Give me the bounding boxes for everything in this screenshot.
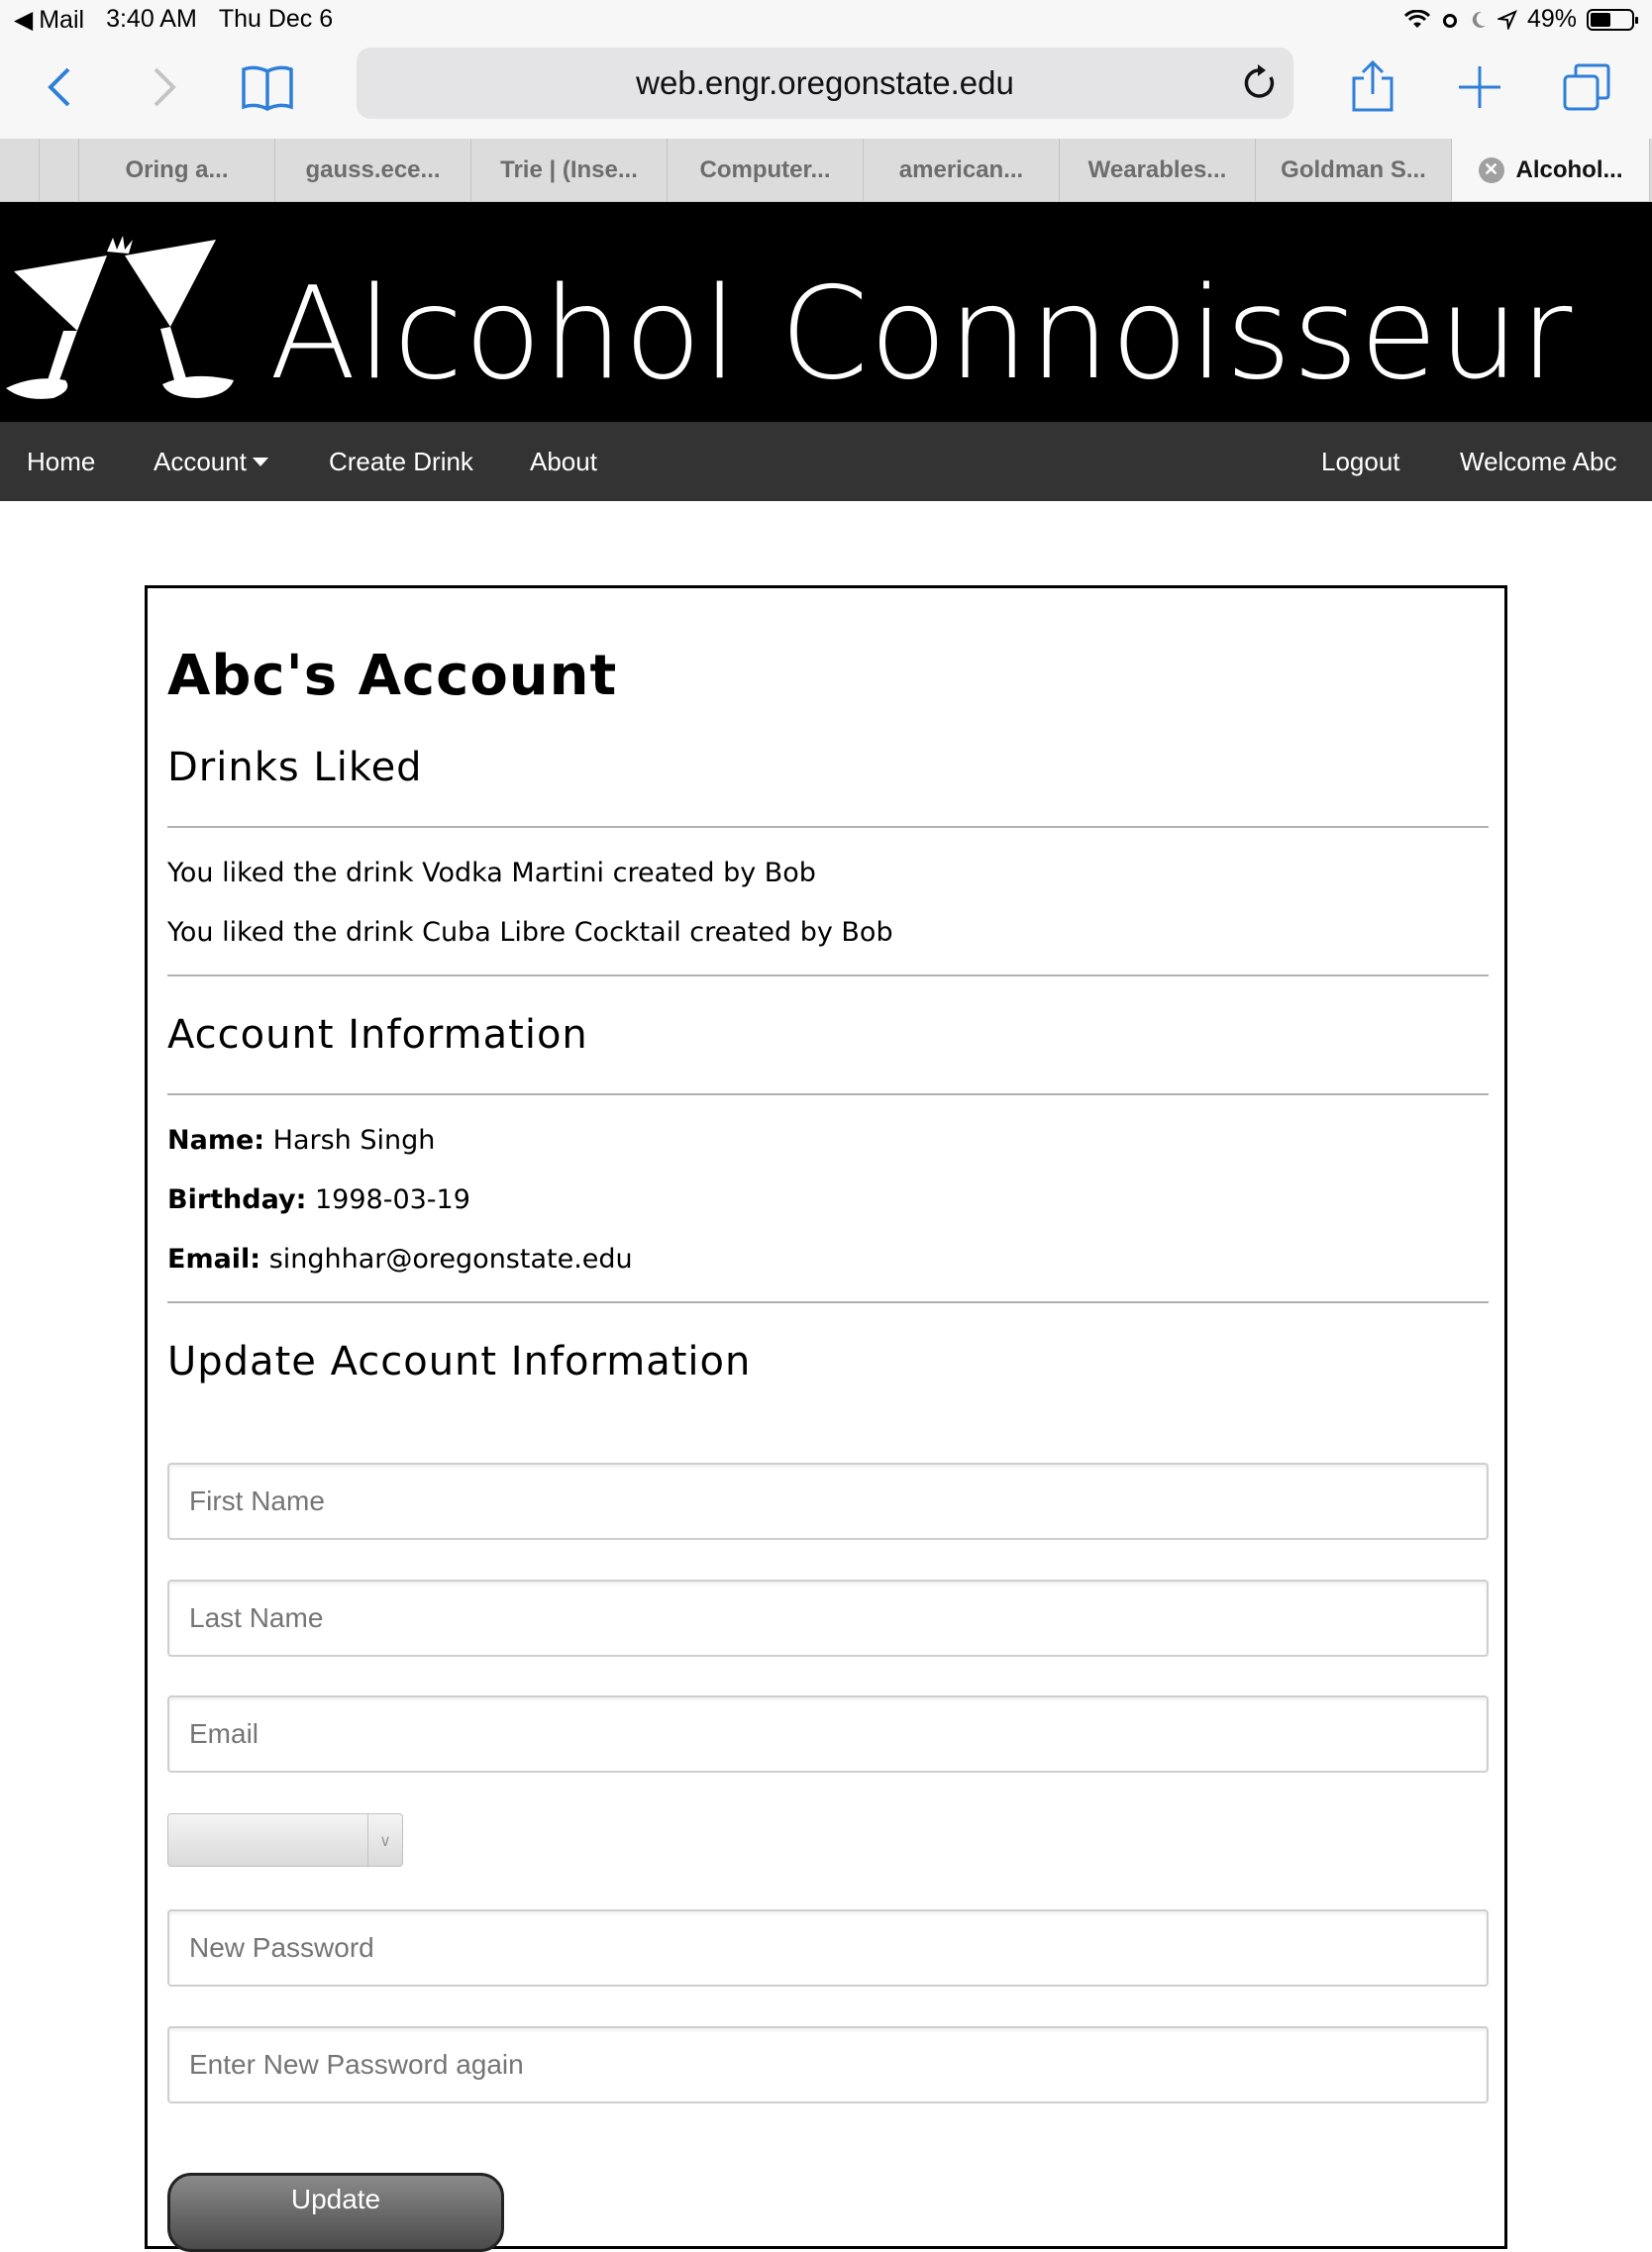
email-field[interactable] bbox=[167, 1695, 1489, 1773]
tab-label: Alcohol... bbox=[1515, 155, 1623, 183]
tab-2[interactable]: gauss.ece... bbox=[275, 139, 471, 201]
share-icon[interactable] bbox=[1343, 57, 1402, 117]
email-value: singhhar@oregonstate.edu bbox=[268, 1244, 633, 1275]
bookmarks-book-icon[interactable] bbox=[238, 57, 297, 117]
tab-label: Trie | (Inse... bbox=[500, 155, 638, 183]
chevron-down-icon: ∨ bbox=[367, 1814, 402, 1866]
new-password-field[interactable] bbox=[167, 1909, 1489, 1987]
back-app-label: Mail bbox=[39, 5, 85, 34]
liked-drink-item: You liked the drink Cuba Libre Cocktail … bbox=[167, 917, 893, 948]
nav-logout[interactable]: Logout bbox=[1321, 422, 1400, 501]
browser-toolbar: web.engr.oregonstate.edu bbox=[0, 40, 1652, 139]
drinks-liked-heading: Drinks Liked bbox=[167, 745, 423, 790]
location-arrow-icon bbox=[1497, 9, 1517, 30]
account-info-heading: Account Information bbox=[167, 1012, 588, 1058]
tab-bar: Oring a... gauss.ece... Trie | (Inse... … bbox=[0, 139, 1652, 202]
update-account-heading: Update Account Information bbox=[167, 1339, 752, 1384]
tab-active[interactable]: ✕ Alcohol... bbox=[1452, 139, 1650, 201]
account-panel: Abc's Account Drinks Liked You liked the… bbox=[145, 585, 1507, 2252]
forward-chevron-icon[interactable] bbox=[135, 57, 194, 117]
moon-icon bbox=[1472, 11, 1486, 28]
divider bbox=[167, 826, 1489, 828]
url-bar[interactable]: web.engr.oregonstate.edu bbox=[357, 48, 1293, 119]
tab-6[interactable]: Wearables... bbox=[1060, 139, 1256, 201]
nav-create-drink[interactable]: Create Drink bbox=[329, 422, 473, 501]
tab-label: Oring a... bbox=[125, 155, 229, 183]
close-tab-icon[interactable]: ✕ bbox=[1478, 156, 1504, 183]
liked-drink-item: You liked the drink Vodka Martini create… bbox=[167, 858, 816, 888]
cocktail-glasses-logo bbox=[4, 232, 238, 414]
email-row: Email: singhhar@oregonstate.edu bbox=[167, 1244, 633, 1275]
site-title: Alcohol Connoisseur bbox=[269, 260, 1574, 408]
divider bbox=[167, 974, 1489, 976]
tab-stub[interactable] bbox=[40, 139, 79, 201]
main-nav: Home Account Create Drink About Logout W… bbox=[0, 422, 1652, 501]
battery-fill bbox=[1591, 12, 1610, 27]
confirm-password-field[interactable] bbox=[167, 2026, 1489, 2103]
birthday-row: Birthday: 1998-03-19 bbox=[167, 1184, 470, 1215]
nav-account-label: Account bbox=[154, 446, 247, 476]
caret-down-icon bbox=[252, 457, 268, 466]
battery-icon bbox=[1587, 8, 1638, 31]
last-name-field[interactable] bbox=[167, 1580, 1489, 1657]
tab-5[interactable]: american... bbox=[864, 139, 1060, 201]
tab-label: gauss.ece... bbox=[305, 155, 441, 183]
back-to-app-link[interactable]: ◀ Mail bbox=[14, 5, 84, 35]
back-triangle-icon: ◀ bbox=[14, 6, 34, 34]
tab-4[interactable]: Computer... bbox=[668, 139, 864, 201]
tab-7[interactable]: Goldman S... bbox=[1256, 139, 1452, 201]
tab-label: american... bbox=[898, 155, 1024, 183]
update-button[interactable]: Update bbox=[167, 2173, 504, 2252]
battery-percent: 49% bbox=[1526, 5, 1577, 33]
nav-account[interactable]: Account bbox=[154, 422, 268, 501]
nav-welcome[interactable]: Welcome Abc bbox=[1460, 422, 1616, 501]
tab-stub[interactable] bbox=[0, 139, 40, 201]
wifi-icon bbox=[1403, 9, 1430, 28]
tab-label: Wearables... bbox=[1087, 155, 1227, 183]
email-label: Email: bbox=[167, 1244, 261, 1275]
first-name-field[interactable] bbox=[167, 1463, 1489, 1540]
new-tab-plus-icon[interactable] bbox=[1450, 57, 1509, 117]
status-date: Thu Dec 6 bbox=[218, 5, 334, 33]
name-row: Name: Harsh Singh bbox=[167, 1125, 435, 1156]
divider bbox=[167, 1093, 1489, 1095]
divider bbox=[167, 1301, 1489, 1303]
name-label: Name: bbox=[167, 1125, 265, 1156]
nav-home[interactable]: Home bbox=[27, 422, 95, 501]
birthday-label: Birthday: bbox=[167, 1184, 307, 1215]
page-title: Abc's Account bbox=[167, 644, 618, 708]
reload-icon[interactable] bbox=[1240, 61, 1278, 111]
site-header: Alcohol Connoisseur bbox=[0, 202, 1652, 422]
back-chevron-icon[interactable] bbox=[30, 57, 89, 117]
status-bar: ◀ Mail 3:40 AM Thu Dec 6 49% bbox=[0, 0, 1652, 40]
tabs-overview-icon[interactable] bbox=[1557, 57, 1616, 117]
birthday-value: 1998-03-19 bbox=[315, 1184, 470, 1215]
url-text: web.engr.oregonstate.edu bbox=[636, 64, 1014, 101]
status-time: 3:40 AM bbox=[106, 5, 197, 33]
alarm-icon bbox=[1442, 13, 1457, 28]
tab-1[interactable]: Oring a... bbox=[79, 139, 275, 201]
nav-about[interactable]: About bbox=[530, 422, 597, 501]
tab-label: Goldman S... bbox=[1281, 155, 1426, 183]
tab-3[interactable]: Trie | (Inse... bbox=[471, 139, 668, 201]
tab-label: Computer... bbox=[699, 155, 831, 183]
birthday-select[interactable]: ∨ bbox=[167, 1813, 403, 1867]
name-value: Harsh Singh bbox=[272, 1125, 436, 1156]
